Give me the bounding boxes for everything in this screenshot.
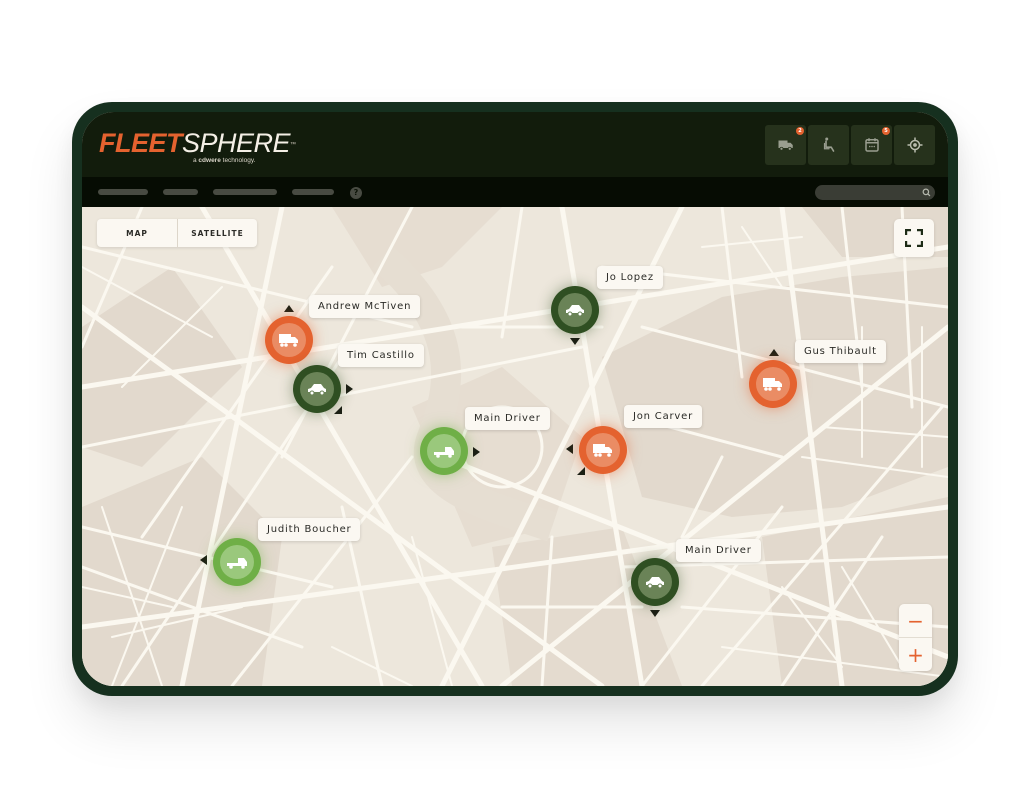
map-roads (82, 207, 948, 686)
locate-button[interactable] (894, 125, 935, 165)
tagline-brand: cdwere (198, 157, 221, 164)
header-actions: 2 5 (765, 125, 935, 165)
satellite-view-button[interactable]: SATELLITE (178, 219, 257, 247)
nav-item-2[interactable] (163, 189, 198, 195)
logo-trademark: ™ (290, 142, 296, 148)
zoom-controls: − + (899, 604, 932, 671)
driver-label[interactable]: Gus Thibault (795, 340, 886, 363)
schedule-badge: 5 (882, 127, 890, 135)
nav-bar: ? (82, 177, 948, 207)
driver-label[interactable]: Main Driver (465, 407, 550, 430)
driver-label[interactable]: Main Driver (676, 539, 761, 562)
vehicle-marker[interactable] (420, 427, 468, 475)
map-view-button[interactable]: MAP (97, 219, 178, 247)
locate-icon (907, 137, 922, 153)
fullscreen-icon (905, 229, 923, 247)
box-truck-icon (593, 444, 612, 457)
logo-fleet: FLEET (99, 128, 183, 158)
seat-icon (823, 137, 834, 152)
logo-tagline: a cdwere technology. (193, 157, 255, 164)
vehicle-marker[interactable] (749, 360, 797, 408)
driver-label[interactable]: Tim Castillo (338, 344, 424, 367)
logo-sphere: SPHERE (182, 128, 291, 158)
vehicle-marker[interactable] (265, 316, 313, 364)
help-icon[interactable]: ? (350, 187, 362, 199)
map-canvas[interactable]: MAP SATELLITE − + Andrew McTiven Tim Cas… (82, 207, 948, 686)
schedule-button[interactable]: 5 (851, 125, 892, 165)
heading-arrow-icon (570, 338, 580, 345)
map-type-toggle: MAP SATELLITE (97, 219, 257, 247)
search-input[interactable] (815, 185, 935, 200)
vehicle-marker[interactable] (551, 286, 599, 334)
heading-arrow-icon (577, 467, 585, 475)
vehicle-marker[interactable] (579, 426, 627, 474)
box-truck-icon (763, 378, 782, 391)
heading-arrow-icon (284, 305, 294, 312)
box-truck-icon (279, 334, 298, 347)
vehicle-marker[interactable] (631, 558, 679, 606)
search-icon[interactable] (922, 188, 931, 197)
vehicles-badge: 2 (796, 127, 804, 135)
heading-arrow-icon (650, 610, 660, 617)
car-icon (308, 384, 326, 396)
calendar-icon (864, 138, 879, 152)
heading-arrow-icon (200, 555, 207, 565)
car-icon (566, 305, 584, 317)
tablet-frame: FLEETSPHERE™ a cdwere technology. 2 5 ? … (72, 102, 958, 696)
vehicles-button[interactable]: 2 (765, 125, 806, 165)
driver-label[interactable]: Jon Carver (624, 405, 702, 428)
fleetsphere-logo[interactable]: FLEETSPHERE™ a cdwere technology. (99, 128, 296, 164)
app-header: FLEETSPHERE™ a cdwere technology. 2 5 (82, 112, 948, 177)
nav-item-3[interactable] (213, 189, 277, 195)
driver-label[interactable]: Andrew McTiven (309, 295, 421, 318)
car-icon (646, 577, 664, 589)
nav-item-1[interactable] (98, 189, 148, 195)
nav-item-4[interactable] (292, 189, 334, 195)
heading-arrow-icon (334, 406, 342, 414)
flatbed-truck-icon (434, 447, 454, 458)
drivers-button[interactable] (808, 125, 849, 165)
heading-arrow-icon (769, 349, 779, 356)
heading-arrow-icon (346, 384, 353, 394)
driver-label[interactable]: Judith Boucher (258, 518, 361, 541)
driver-label[interactable]: Jo Lopez (597, 266, 663, 289)
fullscreen-button[interactable] (894, 219, 934, 257)
zoom-in-button[interactable]: + (899, 638, 932, 671)
vehicle-marker[interactable] (213, 538, 261, 586)
zoom-out-button[interactable]: − (899, 604, 932, 638)
truck-icon (778, 140, 793, 151)
heading-arrow-icon (473, 447, 480, 457)
app-screen: FLEETSPHERE™ a cdwere technology. 2 5 ? … (82, 112, 948, 686)
heading-arrow-icon (566, 444, 573, 454)
flatbed-truck-icon (227, 558, 247, 569)
tagline-suffix: technology. (220, 157, 256, 164)
